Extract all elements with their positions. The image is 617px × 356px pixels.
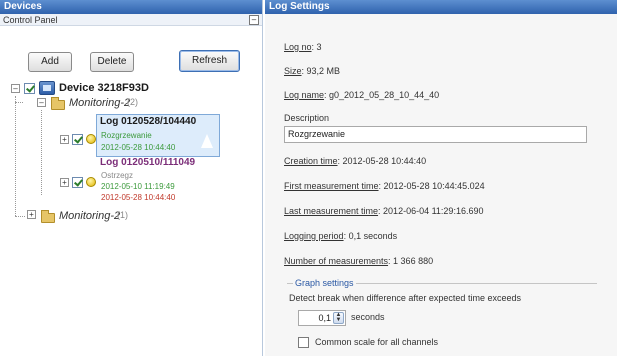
logging-period-field: Logging period: 0,1 seconds: [284, 231, 397, 241]
refresh-button[interactable]: Refresh: [179, 50, 240, 72]
device-icon: [39, 81, 55, 95]
log-name-label: Log name: [284, 90, 325, 100]
monitoring-label[interactable]: Monitoring-2: [69, 97, 130, 109]
log-time-end: 2012-05-28 10:44:40: [101, 193, 176, 202]
status-bulb-icon: [86, 134, 96, 144]
log-checkbox[interactable]: [72, 134, 83, 145]
size-field: Size: 93,2 MB: [284, 66, 340, 76]
num-measurements-field: Number of measurements: 1 366 880: [284, 256, 433, 266]
creation-time-label: Creation time: [284, 156, 338, 166]
monitoring-expander[interactable]: –: [37, 98, 46, 107]
devices-panel-title: Devices: [0, 0, 262, 14]
tree-line: [41, 110, 42, 195]
last-measurement-field: Last measurement time: 2012-06-04 11:29:…: [284, 206, 483, 216]
control-panel-bar: Control Panel –: [0, 14, 262, 26]
monitoring-badge: (1): [117, 210, 128, 220]
num-measurements-value: : 1 366 880: [388, 256, 434, 266]
logging-period-label: Logging period: [284, 231, 344, 241]
monitoring-badge: (2): [127, 97, 138, 107]
delete-button[interactable]: Delete: [90, 52, 134, 72]
log-time-start: 2012-05-10 11:19:49: [101, 182, 175, 191]
log-description: Ostrzegz: [101, 171, 134, 180]
creation-time-value: : 2012-05-28 10:44:40: [337, 156, 427, 166]
description-field-label: Description: [284, 113, 329, 123]
mouse-cursor-icon: [201, 134, 213, 148]
folder-icon: [51, 97, 65, 110]
description-input[interactable]: Rozgrzewanie: [284, 126, 587, 143]
device-checkbox[interactable]: [24, 83, 35, 94]
common-scale-checkbox[interactable]: [298, 337, 309, 348]
control-panel-label: Control Panel: [3, 15, 58, 25]
log-checkbox[interactable]: [72, 177, 83, 188]
last-measurement-value: : 2012-06-04 11:29:16.690: [378, 206, 484, 216]
first-measurement-value: : 2012-05-28 10:44:45.024: [378, 181, 485, 191]
last-measurement-label: Last measurement time: [284, 206, 379, 216]
stepper-arrows-icon[interactable]: ▲ ▼: [333, 312, 344, 324]
log-no-value: : 3: [311, 42, 322, 52]
monitoring-label[interactable]: Monitoring-2: [59, 210, 120, 222]
graph-settings-title: Graph settings: [293, 278, 356, 288]
logging-period-value: : 0,1 seconds: [343, 231, 398, 241]
device-expander[interactable]: –: [11, 84, 20, 93]
break-threshold-value: 0,1: [318, 313, 331, 323]
first-measurement-field: First measurement time: 2012-05-28 10:44…: [284, 181, 485, 191]
log-name[interactable]: Log 0120528/104440: [100, 116, 196, 127]
creation-time-field: Creation time: 2012-05-28 10:44:40: [284, 156, 426, 166]
log-no-field: Log no: 3: [284, 42, 322, 52]
first-measurement-label: First measurement time: [284, 181, 379, 191]
log-settings-panel: Log Settings Log no: 3 Size: 93,2 MB Log…: [265, 0, 617, 356]
folder-icon: [41, 210, 55, 223]
description-label: Description: [284, 113, 330, 123]
log-no-label: Log no: [284, 42, 312, 52]
device-label[interactable]: Device 3218F93D: [59, 82, 149, 94]
log-settings-title: Log Settings: [265, 0, 617, 14]
status-bulb-icon: [86, 177, 96, 187]
size-label: Size: [284, 66, 302, 76]
num-measurements-label: Number of measurements: [284, 256, 389, 266]
monitoring-expander[interactable]: +: [27, 210, 36, 219]
log-expander[interactable]: +: [60, 178, 69, 187]
collapse-panel-button[interactable]: –: [249, 15, 259, 25]
tree-line: [15, 96, 16, 216]
devices-panel: Devices Control Panel – Add Delete Refre…: [0, 0, 263, 356]
log-time: 2012-05-28 10:44:40: [101, 143, 176, 152]
tree-line: [15, 102, 23, 103]
log-expander[interactable]: +: [60, 135, 69, 144]
log-name-field: Log name: g0_2012_05_28_10_44_40: [284, 90, 439, 100]
break-threshold-stepper[interactable]: 0,1 ▲ ▼: [298, 310, 346, 326]
log-name-value: : g0_2012_05_28_10_44_40: [324, 90, 440, 100]
detect-break-text: Detect break when difference after expec…: [289, 293, 521, 303]
log-description: Rozgrzewanie: [101, 131, 152, 140]
break-unit-label: seconds: [351, 312, 385, 322]
add-button[interactable]: Add: [28, 52, 72, 72]
size-value: : 93,2 MB: [301, 66, 341, 76]
tree-line: [15, 216, 25, 217]
common-scale-label[interactable]: Common scale for all channels: [315, 337, 438, 347]
log-name[interactable]: Log 0120510/111049: [100, 157, 195, 168]
